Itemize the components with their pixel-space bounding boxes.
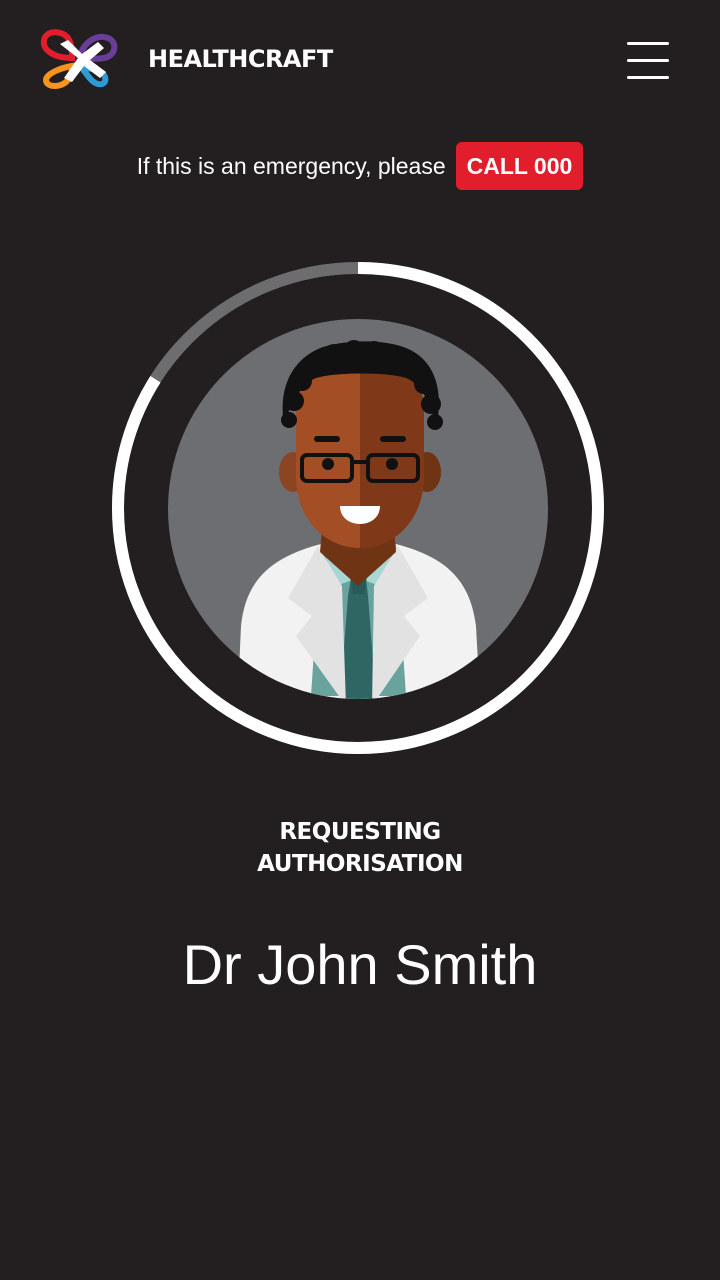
status-line-1: REQUESTING: [279, 819, 441, 845]
emergency-text: If this is an emergency, please: [136, 153, 446, 179]
status-line-2: AUTHORISATION: [257, 851, 463, 877]
emergency-banner: If this is an emergency, please CALL 000: [0, 141, 720, 191]
healthcraft-logo-icon[interactable]: [38, 28, 120, 90]
doctor-name: Dr John Smith: [182, 933, 538, 996]
brand-name: HEALTHCRAFT: [148, 45, 333, 73]
app-header: HEALTHCRAFT: [0, 0, 720, 120]
hamburger-menu-icon[interactable]: [622, 38, 674, 84]
status-text: REQUESTING AUTHORISATION: [0, 816, 720, 880]
call-emergency-button[interactable]: CALL 000: [455, 142, 584, 190]
doctor-avatar: [106, 256, 610, 760]
